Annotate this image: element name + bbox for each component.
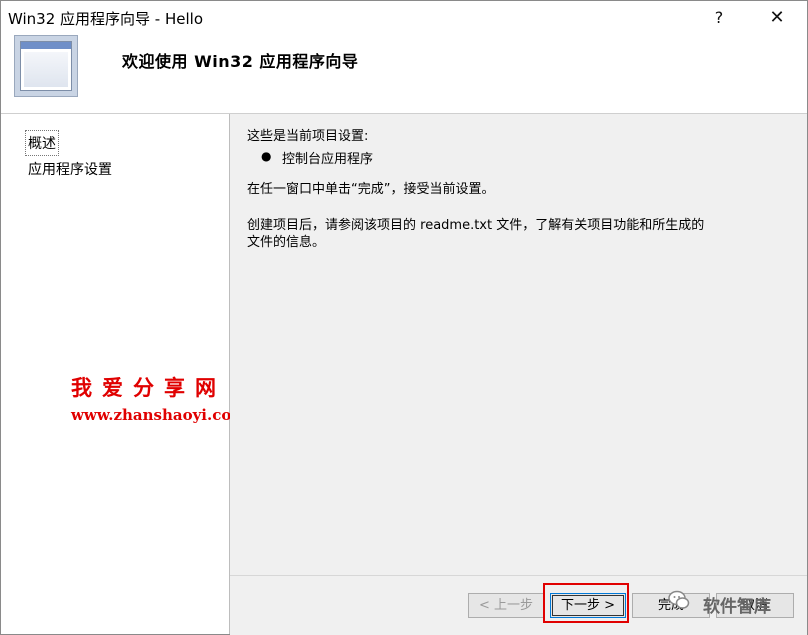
wechat-watermark: 软件智库 — [703, 597, 771, 617]
watermark-text: 我爱分享网 — [71, 375, 226, 400]
readme-note-line2: 文件的信息。 — [247, 235, 326, 250]
sidebar-item-app-settings[interactable]: 应用程序设置 — [26, 157, 114, 181]
sidebar-item-overview[interactable]: 概述 — [25, 130, 59, 156]
wizard-window-icon — [14, 35, 78, 97]
wizard-content: 这些是当前项目设置: ● 控制台应用程序 在任一窗口中单击“完成”，接受当前设置… — [230, 114, 807, 575]
title-bar: Win32 应用程序向导 - Hello ? ✕ — [1, 1, 807, 35]
window-title: Win32 应用程序向导 - Hello — [8, 10, 204, 28]
finish-instruction: 在任一窗口中单击“完成”，接受当前设置。 — [247, 182, 495, 197]
bullet-console-app: 控制台应用程序 — [282, 152, 374, 167]
wizard-window: Win32 应用程序向导 - Hello ? ✕ 欢迎使用 Win32 应用程序… — [0, 0, 808, 635]
wizard-header: 欢迎使用 Win32 应用程序向导 — [1, 35, 807, 114]
next-button-highlight — [543, 583, 629, 623]
header-title: 欢迎使用 Win32 应用程序向导 — [122, 52, 359, 71]
help-button[interactable]: ? — [699, 3, 739, 33]
wizard-sidebar: 概述 应用程序设置 我爱分享网 www.zhanshaoyi.com — [1, 114, 247, 634]
back-button[interactable]: < 上一步 — [468, 593, 544, 618]
wechat-icon — [668, 590, 690, 609]
settings-intro: 这些是当前项目设置: — [247, 129, 369, 144]
watermark-url: www.zhanshaoyi.com — [71, 406, 248, 424]
bullet-dot-icon: ● — [261, 149, 272, 163]
close-button[interactable]: ✕ — [757, 3, 797, 33]
